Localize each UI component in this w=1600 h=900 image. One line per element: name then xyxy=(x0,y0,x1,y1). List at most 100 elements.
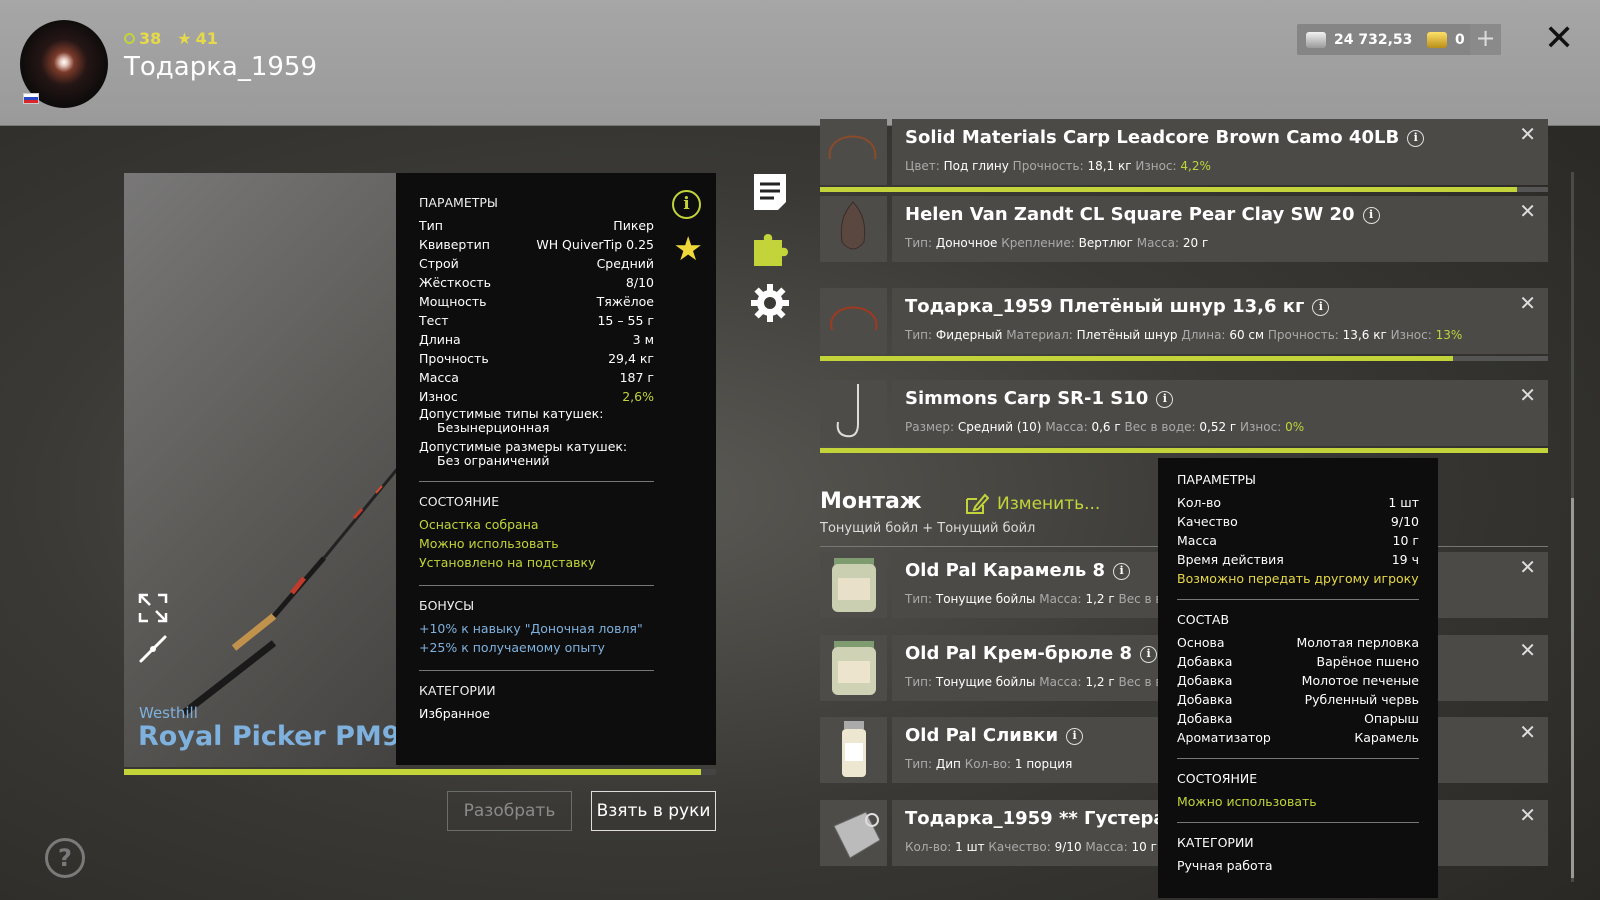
level-value: 38 xyxy=(139,29,162,48)
param-value: 187 г xyxy=(619,370,654,385)
wear-bar-fill xyxy=(820,356,1454,361)
remove-tackle-button[interactable]: ✕ xyxy=(1519,383,1536,407)
help-button[interactable]: ? xyxy=(45,838,85,878)
composition-heading: СОСТАВ xyxy=(1177,612,1230,627)
desc-key: Масса: xyxy=(1085,840,1128,854)
disassemble-button[interactable]: Разобрать xyxy=(447,791,572,831)
tackle-body: Simmons Carp SR-1 S10 i Размер: Средний (1… xyxy=(892,380,1548,446)
profile-header: 38 ★ 41 Тодарка_1959 24 732,53 0 + ✕ xyxy=(0,0,1600,126)
tooltip-params-heading: ПАРАМЕТРЫ xyxy=(1177,472,1256,487)
rod-condition-fill xyxy=(124,769,701,775)
puzzle-icon[interactable] xyxy=(750,228,790,268)
tooltip-row: Добавка Молотое печеные xyxy=(1177,671,1419,690)
tooltip-row: Масса 10 г xyxy=(1177,531,1419,550)
desc-key: Тип: xyxy=(905,236,933,250)
bait-desc: Кол-во: 1 шт Качество: 9/10 Масса: 10 г … xyxy=(905,840,1169,854)
desc-value: Дип xyxy=(935,757,961,771)
tackle-image xyxy=(830,306,878,331)
bait-thumbnail xyxy=(820,717,887,783)
state-item: Можно использовать xyxy=(419,536,559,551)
silver-balance: 24 732,53 xyxy=(1297,24,1422,55)
bait-title: Old Pal Крем-брюле 8 i xyxy=(905,643,1158,664)
categories-heading: КАТЕГОРИИ xyxy=(419,683,496,698)
paint-brush-icon[interactable] xyxy=(138,634,168,664)
bait-desc: Тип: Тонущие бойлы Масса: 1,2 г Вес в во xyxy=(905,675,1170,689)
desc-key: Материал: xyxy=(1006,328,1073,342)
info-icon[interactable]: i xyxy=(1312,299,1330,316)
desc-value: 10 г xyxy=(1131,840,1157,854)
tooltip-key: Добавка xyxy=(1177,673,1233,688)
tooltip-key: Кол-во xyxy=(1177,495,1222,510)
bait-image xyxy=(832,641,876,695)
notes-icon[interactable] xyxy=(750,172,790,212)
tooltip-key: Добавка xyxy=(1177,654,1233,669)
tackle-item[interactable]: Тодарка_1959 Плетёный шнур 13,6 кг i Тип: … xyxy=(820,288,1548,354)
tooltip-key: Качество xyxy=(1177,514,1238,529)
tackle-item[interactable]: Helen Van Zandt CL Square Pear Clay SW 2… xyxy=(820,196,1548,262)
tooltip-value: Молотое печеные xyxy=(1301,673,1419,688)
desc-value: Доночное xyxy=(935,236,998,250)
desc-key: Прочность: xyxy=(1012,159,1084,173)
montage-subtitle: Тонущий бойл + Тонущий бойл xyxy=(820,521,1036,536)
desc-key: Длина: xyxy=(1181,328,1226,342)
tackle-item[interactable]: Solid Materials Carp Leadcore Brown Camo… xyxy=(820,119,1548,185)
remove-tackle-button[interactable]: ✕ xyxy=(1519,291,1536,315)
take-in-hands-button[interactable]: Взять в руки xyxy=(591,791,716,831)
desc-value: 4,2% xyxy=(1180,159,1211,173)
expand-icon[interactable] xyxy=(138,593,168,623)
remove-tackle-button[interactable]: ✕ xyxy=(1519,199,1536,223)
param-value: Тяжёлое xyxy=(596,294,654,309)
add-gold-button[interactable]: + xyxy=(1470,24,1501,55)
close-button[interactable]: ✕ xyxy=(1544,18,1574,59)
tackle-name: Solid Materials Carp Leadcore Brown Camo… xyxy=(905,127,1400,148)
bait-name: Тодарка_1959 ** Густера ** xyxy=(905,808,1191,829)
desc-key: Тип: xyxy=(905,675,933,689)
tooltip-value: Варёное пшено xyxy=(1316,654,1419,669)
desc-value: 1,2 г xyxy=(1085,592,1115,606)
param-row: Строй Средний xyxy=(419,254,654,273)
info-icon[interactable]: i xyxy=(672,190,701,219)
remove-bait-button[interactable]: ✕ xyxy=(1519,555,1536,579)
tackle-item[interactable]: Simmons Carp SR-1 S10 i Размер: Средний (1… xyxy=(820,380,1548,446)
settings-gear-icon[interactable] xyxy=(750,283,790,323)
bait-name: Old Pal Сливки xyxy=(905,725,1059,746)
tooltip-key: Добавка xyxy=(1177,711,1233,726)
param-key: Тип xyxy=(419,218,443,233)
tooltip-row: Добавка Варёное пшено xyxy=(1177,652,1419,671)
tackle-name: Simmons Carp SR-1 S10 xyxy=(905,388,1149,409)
info-icon[interactable]: i xyxy=(1156,391,1174,408)
divider xyxy=(1177,758,1419,759)
desc-key: Масса: xyxy=(1045,420,1088,434)
remove-bait-button[interactable]: ✕ xyxy=(1519,803,1536,827)
info-icon[interactable]: i xyxy=(1362,207,1380,224)
param-value: 29,4 кг xyxy=(608,351,654,366)
info-icon[interactable]: i xyxy=(1407,130,1425,147)
info-icon[interactable]: i xyxy=(1066,728,1084,745)
edit-montage-button[interactable]: Изменить... xyxy=(965,493,1100,515)
desc-value: 13% xyxy=(1435,328,1463,342)
tooltip-key: Время действия xyxy=(1177,552,1284,567)
param-key: Квивертип xyxy=(419,237,490,252)
info-icon[interactable]: i xyxy=(1113,563,1131,580)
rod-image xyxy=(181,467,398,716)
scrollbar-thumb[interactable] xyxy=(1571,498,1574,878)
info-icon[interactable]: i xyxy=(1140,646,1158,663)
remove-bait-button[interactable]: ✕ xyxy=(1519,720,1536,744)
username: Тодарка_1959 xyxy=(124,52,318,82)
rating-star-icon: ★ xyxy=(177,29,192,48)
reel-sizes-label: Допустимые размеры катушек: xyxy=(419,439,628,454)
remove-tackle-button[interactable]: ✕ xyxy=(1519,122,1536,146)
favorite-star-icon[interactable]: ★ xyxy=(673,229,703,268)
param-key: Жёсткость xyxy=(419,275,492,290)
tooltip-row: Добавка Опарыш xyxy=(1177,709,1419,728)
rating-value: 41 xyxy=(195,29,218,48)
tooltip-row: Ароматизатор Карамель xyxy=(1177,728,1419,747)
tooltip-value: Карамель xyxy=(1354,730,1419,745)
tooltip-value: 19 ч xyxy=(1391,552,1419,567)
divider xyxy=(419,670,654,671)
param-key: Прочность xyxy=(419,351,489,366)
desc-value: Вертлюг xyxy=(1078,236,1133,250)
divider xyxy=(419,481,654,482)
remove-bait-button[interactable]: ✕ xyxy=(1519,638,1536,662)
gold-value: 0 xyxy=(1455,31,1465,48)
